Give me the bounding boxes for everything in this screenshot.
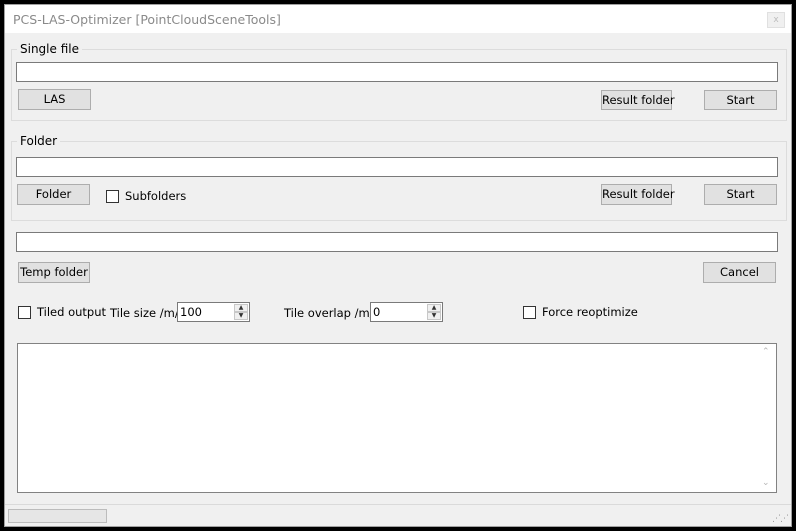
subfolders-checkbox[interactable] bbox=[106, 190, 119, 203]
resize-grip-icon[interactable]: ⋰⋰ bbox=[772, 514, 789, 524]
tile-size-value: 100 bbox=[180, 305, 202, 319]
temp-folder-path-input[interactable] bbox=[16, 232, 778, 252]
folder-button[interactable]: Folder bbox=[17, 184, 90, 205]
tile-overlap-spin-buttons[interactable]: ▲ ▼ bbox=[427, 304, 441, 320]
window-title: PCS-LAS-Optimizer [PointCloudSceneTools] bbox=[13, 12, 281, 27]
single-file-group: Single file bbox=[11, 42, 787, 121]
folder-group: Folder bbox=[11, 134, 787, 221]
spin-down-icon[interactable]: ▼ bbox=[427, 312, 441, 320]
tile-overlap-spinner[interactable]: 0 ▲ ▼ bbox=[370, 302, 443, 322]
folder-result-folder-button[interactable]: Result folder bbox=[601, 184, 675, 205]
force-reoptimize-checkbox[interactable] bbox=[523, 306, 536, 319]
tile-overlap-label: Tile overlap /m/ bbox=[284, 306, 374, 320]
scroll-down-icon[interactable]: ⌄ bbox=[762, 478, 770, 488]
folder-start-button[interactable]: Start bbox=[704, 184, 777, 205]
close-button[interactable]: x bbox=[767, 12, 785, 28]
tile-overlap-value: 0 bbox=[373, 305, 381, 319]
log-textarea[interactable]: ⌃ ⌄ bbox=[17, 343, 777, 493]
status-bar: ⋰⋰ bbox=[5, 504, 791, 526]
tile-size-label: Tile size /m/ bbox=[110, 306, 179, 320]
folder-group-label: Folder bbox=[17, 134, 61, 148]
close-icon: x bbox=[773, 15, 779, 25]
log-scrollbar[interactable]: ⌃ ⌄ bbox=[759, 344, 776, 492]
folder-path-input[interactable] bbox=[16, 157, 778, 177]
single-file-path-input[interactable] bbox=[16, 62, 778, 82]
tiled-output-checkbox[interactable] bbox=[18, 306, 31, 319]
cancel-button[interactable]: Cancel bbox=[703, 262, 776, 283]
spin-down-icon[interactable]: ▼ bbox=[234, 312, 248, 320]
tile-size-spinner[interactable]: 100 ▲ ▼ bbox=[177, 302, 250, 322]
scroll-up-icon[interactable]: ⌃ bbox=[762, 347, 770, 357]
tile-size-spin-buttons[interactable]: ▲ ▼ bbox=[234, 304, 248, 320]
temp-folder-button[interactable]: Temp folder bbox=[18, 262, 90, 283]
main-window: PCS-LAS-Optimizer [PointCloudSceneTools]… bbox=[4, 4, 792, 527]
las-button[interactable]: LAS bbox=[18, 89, 91, 110]
force-reoptimize-label: Force reoptimize bbox=[542, 305, 638, 319]
single-result-folder-button[interactable]: Result folder bbox=[601, 90, 675, 110]
tiled-output-label: Tiled output bbox=[37, 305, 107, 319]
single-start-button[interactable]: Start bbox=[704, 90, 777, 110]
progress-bar bbox=[8, 509, 107, 523]
title-bar: PCS-LAS-Optimizer [PointCloudSceneTools]… bbox=[5, 5, 791, 33]
spin-up-icon[interactable]: ▲ bbox=[234, 304, 248, 312]
subfolders-label: Subfolders bbox=[125, 189, 187, 203]
single-file-group-label: Single file bbox=[17, 42, 82, 56]
spin-up-icon[interactable]: ▲ bbox=[427, 304, 441, 312]
